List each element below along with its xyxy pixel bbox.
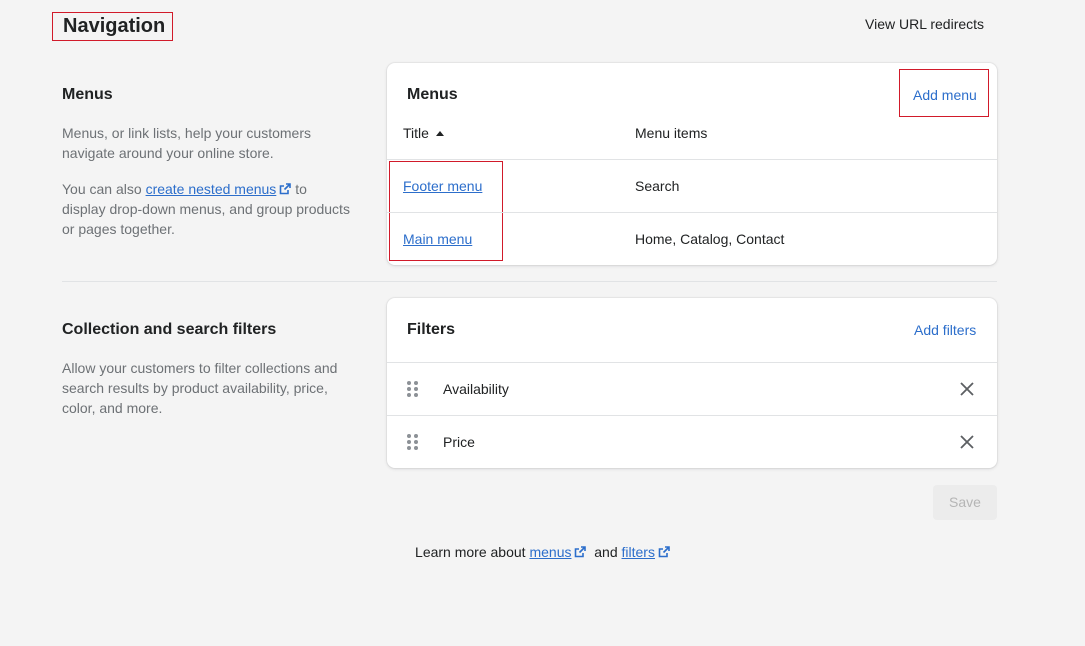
nested-note-prefix: You can also bbox=[62, 181, 142, 197]
filters-section-title: Collection and search filters bbox=[62, 321, 277, 338]
filters-card-title: Filters bbox=[407, 321, 456, 338]
main-menu-items: Home, Catalog, Contact bbox=[635, 231, 785, 247]
menus-help-link[interactable]: menus bbox=[529, 544, 587, 560]
menu-items-column-header: Menu items bbox=[635, 125, 708, 141]
sort-ascending-icon bbox=[435, 131, 444, 136]
learn-more-and: and bbox=[594, 544, 618, 560]
menus-card: Menus Add menu Title Menu items Footer m… bbox=[387, 63, 997, 265]
external-link-icon bbox=[575, 546, 587, 558]
menus-section-description: Menus, or link lists, help your customer… bbox=[62, 125, 311, 161]
menus-section-nested-note: You can also create nested menus to disp… bbox=[62, 179, 352, 239]
menus-section-title: Menus bbox=[62, 86, 113, 103]
filters-section-description: Allow your customers to filter collectio… bbox=[62, 360, 338, 416]
filter-availability-label: Availability bbox=[443, 381, 509, 397]
view-url-redirects-button[interactable]: View URL redirects bbox=[865, 16, 984, 32]
external-link-icon bbox=[280, 183, 292, 195]
footer-menu-link[interactable]: Footer menu bbox=[403, 178, 482, 194]
row-divider bbox=[387, 159, 997, 160]
section-divider bbox=[62, 281, 997, 282]
close-icon[interactable] bbox=[959, 381, 975, 397]
filters-card: Filters Add filters Availability Price bbox=[387, 298, 997, 468]
page-title: Navigation bbox=[52, 12, 173, 41]
add-filters-button[interactable]: Add filters bbox=[914, 322, 976, 338]
menus-card-title: Menus bbox=[407, 86, 458, 103]
save-button[interactable]: Save bbox=[933, 485, 997, 520]
create-nested-menus-link[interactable]: create nested menus bbox=[146, 181, 292, 197]
row-divider bbox=[387, 362, 997, 363]
row-divider bbox=[387, 415, 997, 416]
drag-handle-icon[interactable] bbox=[407, 434, 419, 450]
add-menu-button[interactable]: Add menu bbox=[913, 87, 977, 103]
learn-more-prefix: Learn more about bbox=[415, 544, 526, 560]
footer-menu-items: Search bbox=[635, 178, 680, 194]
row-divider bbox=[387, 212, 997, 213]
filter-price-label: Price bbox=[443, 434, 475, 450]
close-icon[interactable] bbox=[959, 434, 975, 450]
drag-handle-icon[interactable] bbox=[407, 381, 419, 397]
external-link-icon bbox=[658, 546, 670, 558]
learn-more-footer: Learn more about menus and filters bbox=[0, 544, 1085, 560]
filters-help-link[interactable]: filters bbox=[622, 544, 670, 560]
title-column-header[interactable]: Title bbox=[403, 125, 445, 141]
main-menu-link[interactable]: Main menu bbox=[403, 231, 472, 247]
